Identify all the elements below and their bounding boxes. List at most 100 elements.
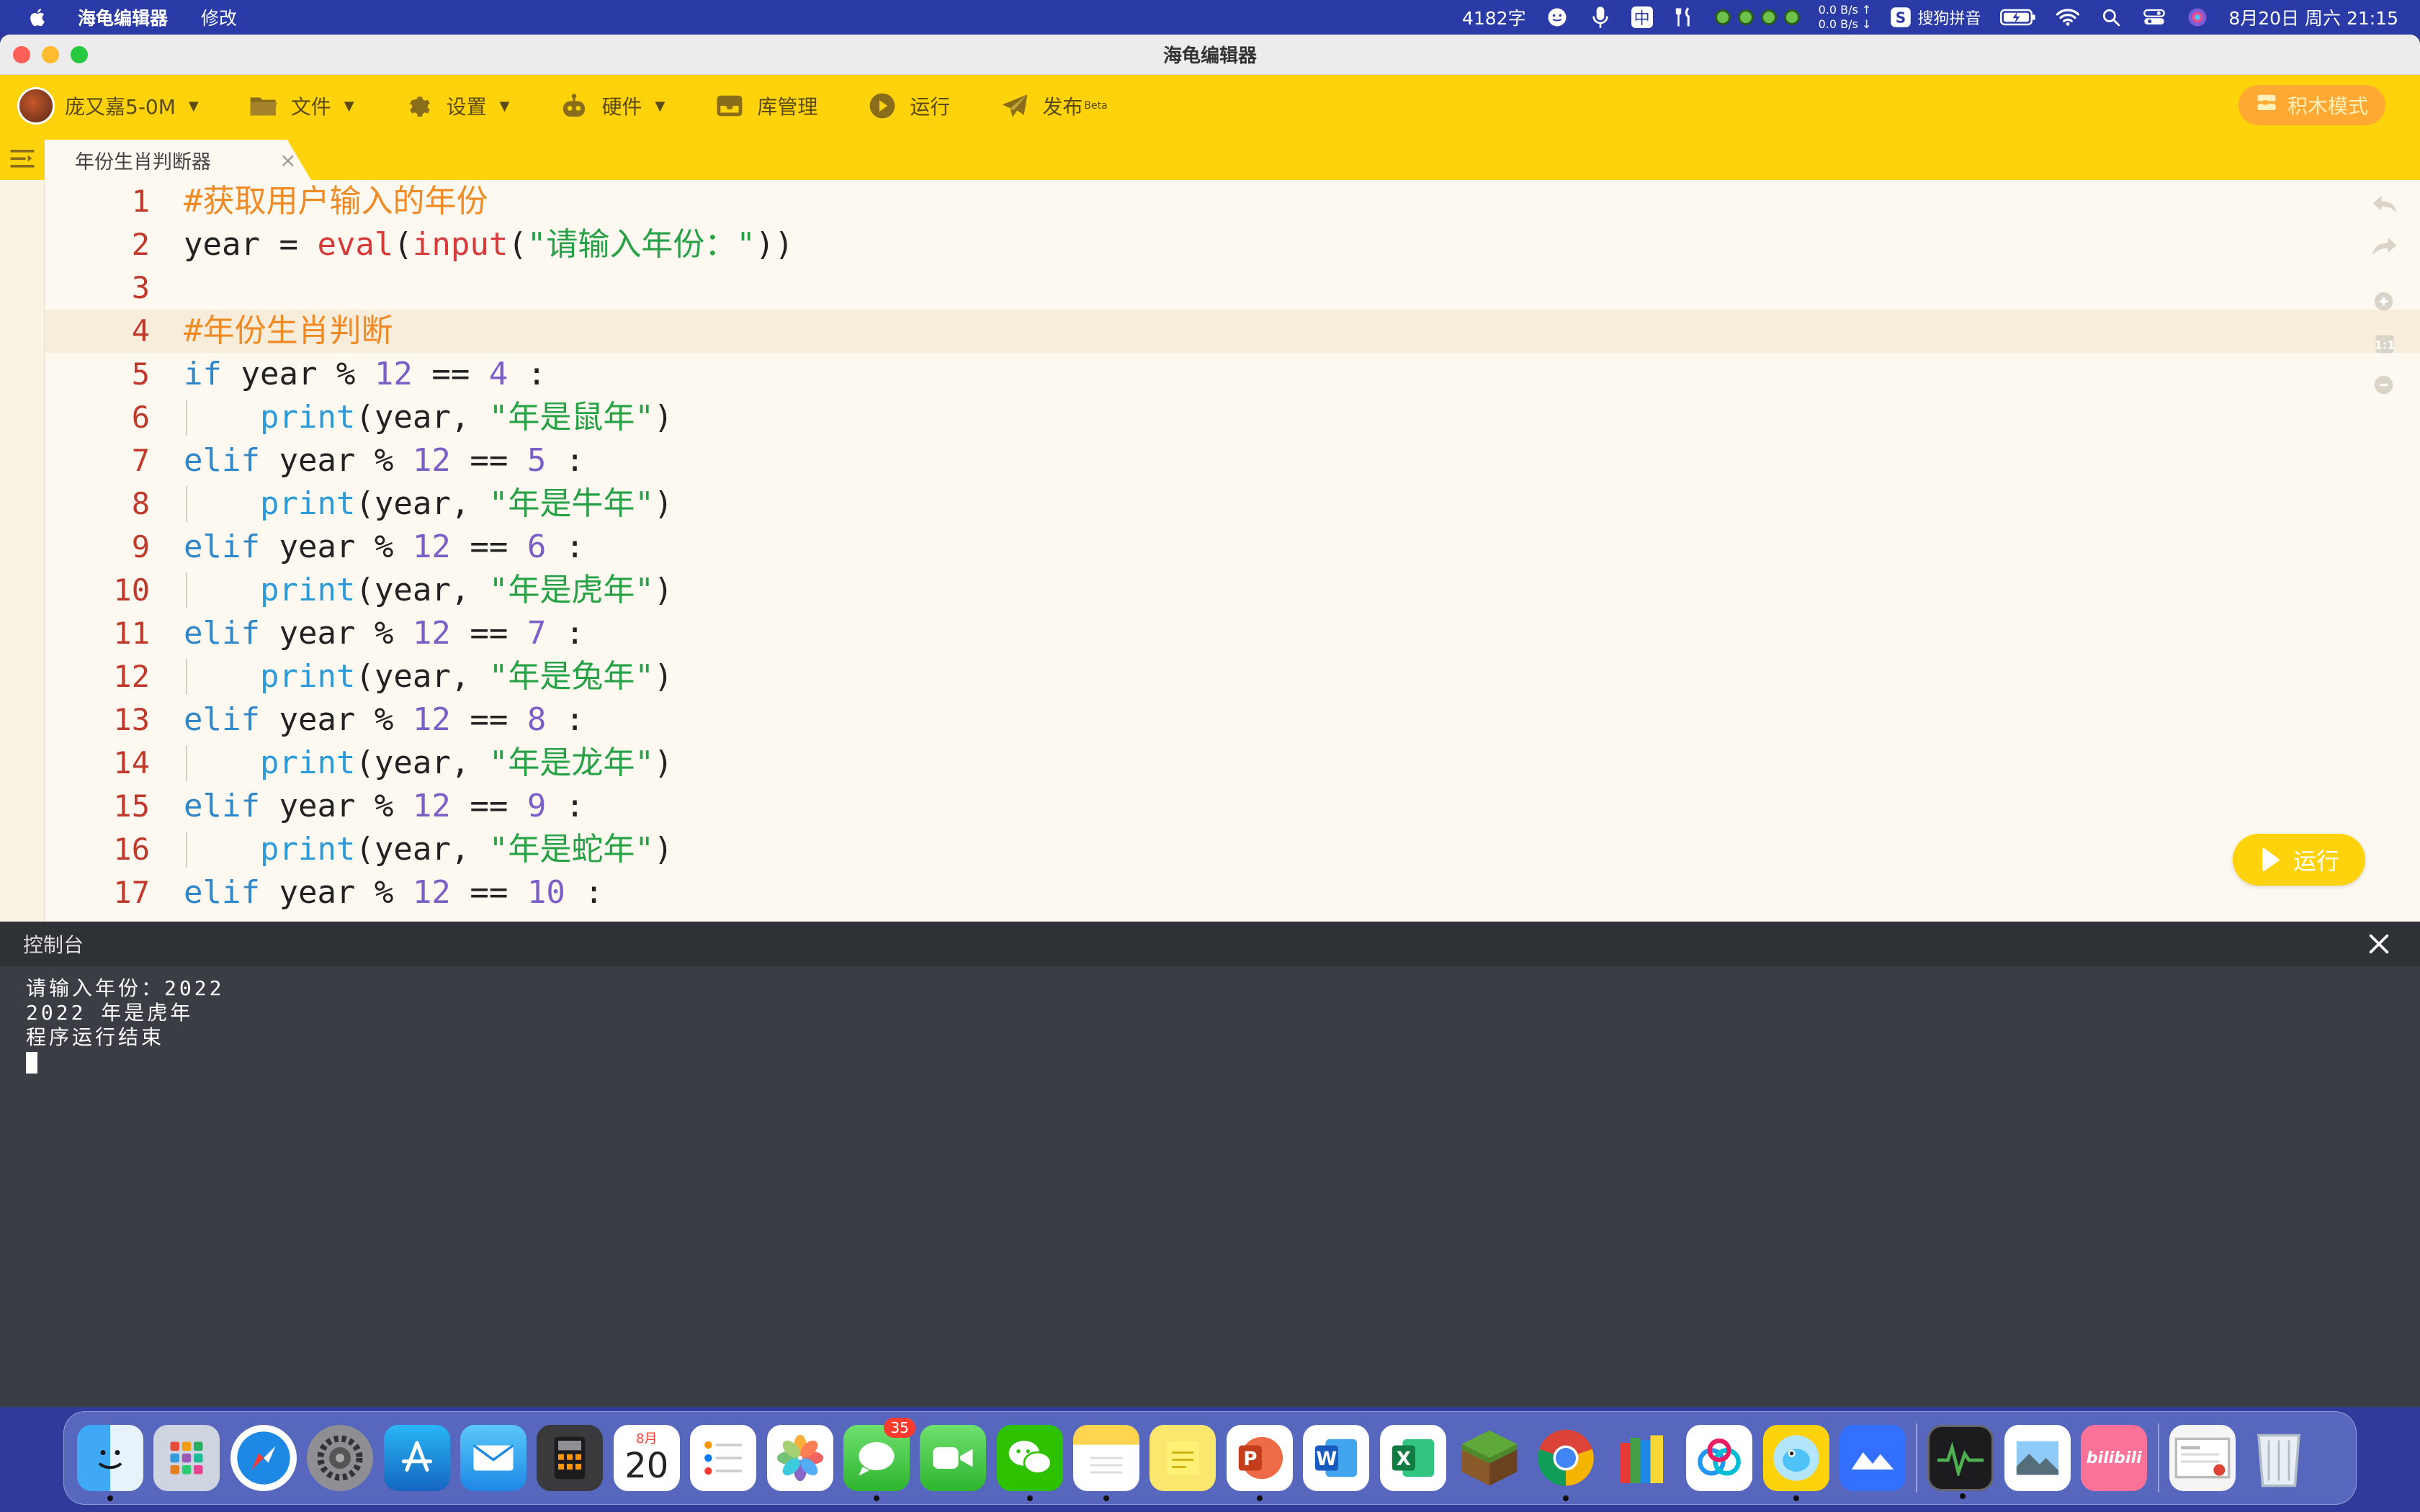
control-center-icon[interactable] xyxy=(2142,5,2166,30)
code-line-17[interactable]: elif year % 12 == 10 : xyxy=(184,871,604,914)
code-line-1[interactable]: #获取用户输入的年份 xyxy=(184,180,488,223)
file-tree-toggle[interactable] xyxy=(0,137,45,180)
char-count[interactable]: 4182字 xyxy=(1462,4,1526,30)
chevron-down-icon: ▼ xyxy=(344,98,354,114)
apple-icon[interactable] xyxy=(27,6,49,28)
siri-icon[interactable] xyxy=(2185,5,2210,30)
lark-icon[interactable] xyxy=(1839,1425,1906,1491)
code-line-7[interactable]: elif year % 12 == 5 : xyxy=(184,439,584,482)
turtle-editor-icon[interactable] xyxy=(1762,1425,1829,1501)
mail-icon[interactable] xyxy=(460,1425,526,1491)
code-line-9[interactable]: elif year % 12 == 6 : xyxy=(184,526,584,569)
network-speed[interactable]: 0.0 B/s ↑ 0.0 B/s ↓ xyxy=(1819,3,1872,32)
facetime-icon[interactable] xyxy=(920,1425,987,1491)
word-icon[interactable]: W xyxy=(1303,1425,1370,1491)
library-manager-button[interactable]: 库管理 xyxy=(715,91,817,120)
code-line-10[interactable]: print(year, "年是虎年") xyxy=(184,569,673,612)
tab-label: 年份生肖判断器 xyxy=(75,150,211,174)
code-line-13[interactable]: elif year % 12 == 8 : xyxy=(184,698,584,742)
code-line-5[interactable]: if year % 12 == 4 : xyxy=(184,353,546,396)
line-number: 17 xyxy=(113,875,150,910)
redo-icon[interactable] xyxy=(2370,232,2399,261)
console-output[interactable]: 请输入年份：2022 2022 年是虎年 程序运行结束 xyxy=(0,966,2420,1084)
gear-icon xyxy=(405,91,434,120)
publish-button[interactable]: 发布 Beta xyxy=(1000,91,1108,120)
undo-icon[interactable] xyxy=(2370,190,2399,219)
minimize-window-button[interactable] xyxy=(42,45,59,63)
finder-icon[interactable] xyxy=(77,1425,143,1501)
current-line-highlight xyxy=(45,310,2420,353)
line-number: 12 xyxy=(113,659,150,694)
baidu-netdisk-icon[interactable] xyxy=(1686,1425,1753,1491)
reset-zoom-icon[interactable]: 1:1 xyxy=(2370,330,2399,359)
dock-separator xyxy=(2157,1423,2159,1493)
spotlight-search-icon[interactable] xyxy=(2099,5,2123,30)
close-tab-icon[interactable]: × xyxy=(279,148,296,172)
file-menu[interactable]: 文件 ▼ xyxy=(249,91,354,120)
close-window-button[interactable] xyxy=(13,45,30,63)
zoom-window-button[interactable] xyxy=(71,45,88,63)
code-line-12[interactable]: print(year, "年是兔年") xyxy=(184,655,673,698)
tab-year-zodiac[interactable]: 年份生肖判断器 × xyxy=(45,140,311,180)
user-avatar[interactable] xyxy=(17,87,55,125)
wifi-icon[interactable] xyxy=(2056,5,2080,30)
code-editor[interactable]: 1 2 3 4 5 6 7 8 9 10 11 12 13 14 15 16 17 #获取用户输入的年份 yea… xyxy=(0,180,2420,922)
close-console-icon[interactable] xyxy=(2367,932,2391,956)
beta-badge: Beta xyxy=(1084,100,1108,112)
menubar-edit[interactable]: 修改 xyxy=(201,4,237,30)
run-menu-label: 运行 xyxy=(910,95,951,119)
menubar-app-name[interactable]: 海龟编辑器 xyxy=(78,4,168,30)
input-method-menu[interactable]: S 搜狗拼音 xyxy=(1890,6,1981,29)
code-line-2[interactable]: year = eval(input("请输入年份：")) xyxy=(184,223,794,266)
code-line-11[interactable]: elif year % 12 == 7 : xyxy=(184,612,584,655)
code-line-14[interactable]: print(year, "年是龙年") xyxy=(184,742,673,785)
hardware-menu[interactable]: 硬件 ▼ xyxy=(560,91,665,120)
archive-utility-icon[interactable] xyxy=(1610,1425,1676,1491)
app-store-icon[interactable] xyxy=(383,1425,450,1491)
minecraft-icon[interactable] xyxy=(1456,1425,1523,1491)
zoom-in-icon[interactable] xyxy=(2370,288,2399,317)
reminders-icon[interactable] xyxy=(690,1425,757,1491)
emoji-icon[interactable] xyxy=(1545,5,1569,30)
minimized-window-thumbnail[interactable] xyxy=(2169,1425,2236,1491)
inbox-icon xyxy=(715,91,744,120)
trash-icon[interactable] xyxy=(2246,1425,2312,1491)
zoom-out-icon[interactable] xyxy=(2370,372,2399,400)
user-menu[interactable]: 庞又嘉5-0M ▼ xyxy=(65,91,199,120)
photos-icon[interactable] xyxy=(766,1425,833,1491)
console-cursor[interactable] xyxy=(26,1052,37,1074)
code-line-15[interactable]: elif year % 12 == 9 : xyxy=(184,785,584,828)
notes-icon[interactable] xyxy=(1073,1425,1140,1501)
messages-icon[interactable]: 35 xyxy=(843,1418,915,1501)
calendar-icon[interactable]: 8月 20 xyxy=(613,1425,680,1491)
calculator-icon[interactable] xyxy=(537,1425,604,1491)
stickies-icon[interactable] xyxy=(1150,1425,1216,1491)
code-line-6[interactable]: print(year, "年是鼠年") xyxy=(184,396,673,439)
code-line-4[interactable]: #年份生肖判断 xyxy=(184,310,393,353)
run-button[interactable]: 运行 xyxy=(2233,834,2365,886)
wechat-icon[interactable] xyxy=(996,1425,1063,1501)
ime-indicator[interactable]: 中 xyxy=(1631,6,1653,28)
preview-icon[interactable] xyxy=(2004,1425,2071,1491)
powerpoint-icon[interactable]: P xyxy=(1226,1425,1293,1501)
status-dots-icon[interactable] xyxy=(1714,9,1800,25)
tab-bar: 年份生肖判断器 × xyxy=(0,137,2420,180)
run-menu-button[interactable]: 运行 xyxy=(868,91,950,120)
system-settings-icon[interactable] xyxy=(307,1425,374,1491)
code-line-16[interactable]: print(year, "年是蛇年") xyxy=(184,828,673,871)
launchpad-icon[interactable] xyxy=(153,1425,220,1491)
code-line-8[interactable]: print(year, "年是牛年") xyxy=(184,482,673,526)
battery-icon[interactable] xyxy=(1999,5,2037,30)
block-mode-button[interactable]: 积木模式 xyxy=(2238,85,2385,125)
calendar-day: 20 xyxy=(624,1446,669,1486)
tools-icon[interactable] xyxy=(1672,5,1696,30)
settings-menu[interactable]: 设置 ▼ xyxy=(405,91,509,120)
microphone-icon[interactable] xyxy=(1588,5,1613,30)
excel-icon[interactable]: X xyxy=(1379,1425,1446,1491)
chrome-icon[interactable] xyxy=(1533,1425,1599,1501)
bilibili-icon[interactable]: bilibili xyxy=(2081,1425,2148,1491)
console-line: 程序运行结束 xyxy=(26,1025,165,1049)
activity-monitor-icon[interactable] xyxy=(1927,1425,1994,1499)
safari-icon[interactable] xyxy=(230,1425,297,1491)
datetime[interactable]: 8月20日 周六 21:15 xyxy=(2228,4,2398,30)
